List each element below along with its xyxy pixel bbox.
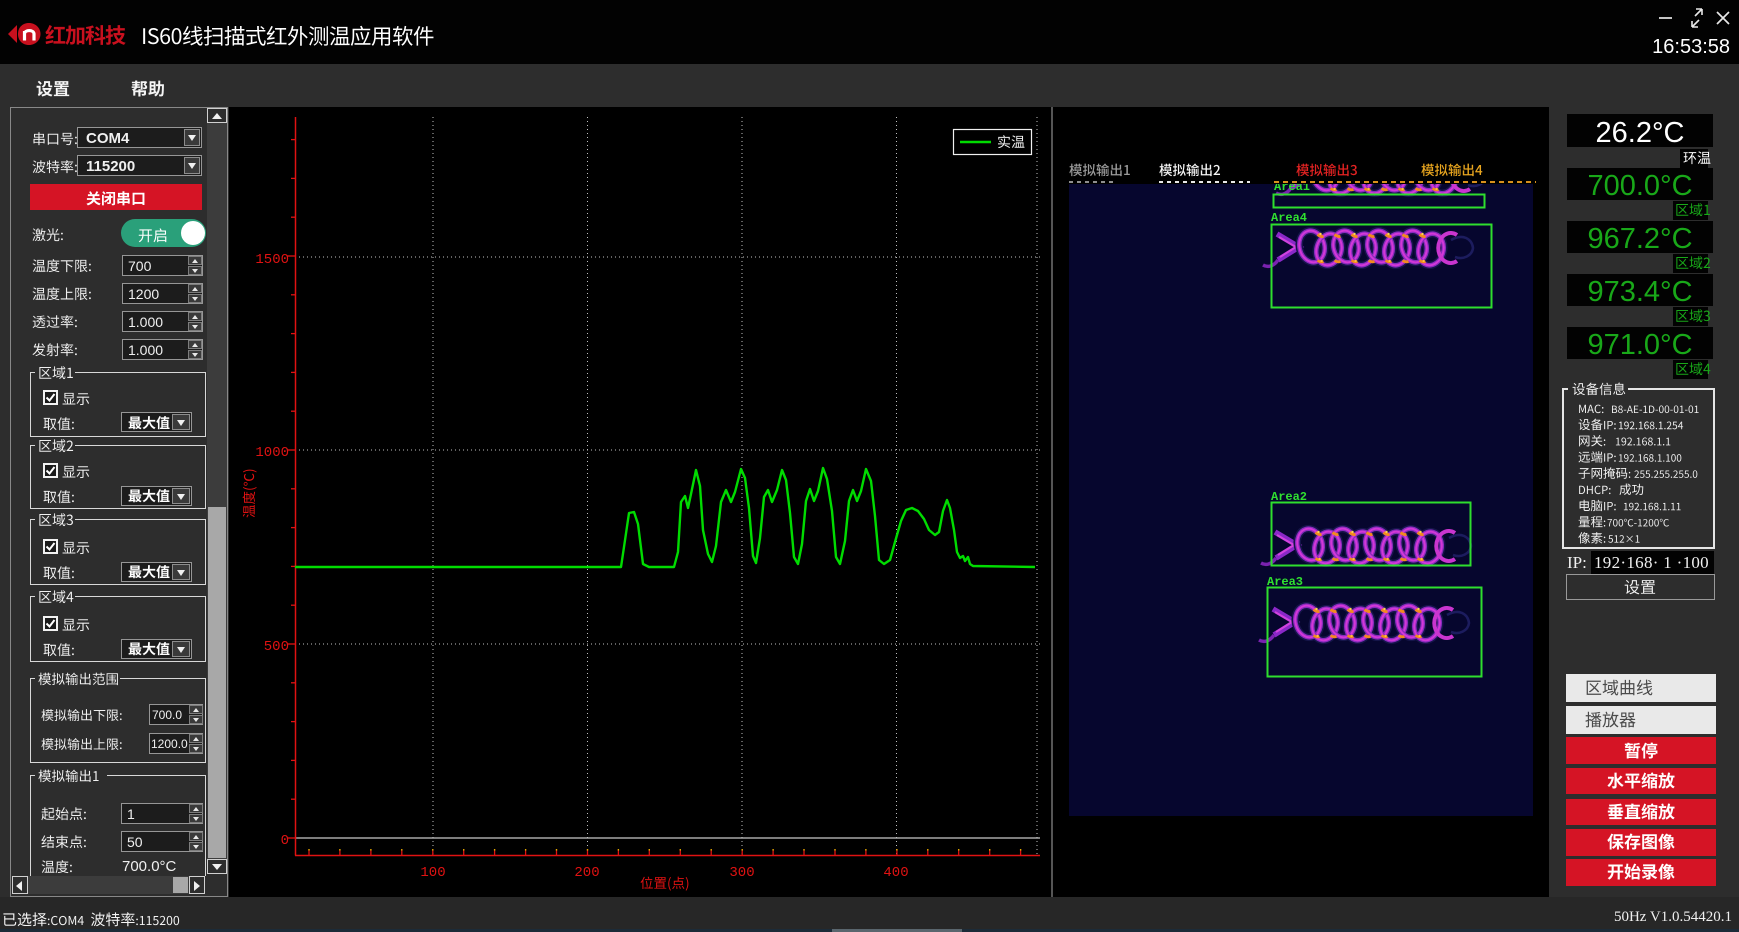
svg-text:200: 200 xyxy=(574,865,599,881)
svg-text:1000: 1000 xyxy=(255,445,289,461)
svg-text:300: 300 xyxy=(729,865,754,881)
svg-text:100: 100 xyxy=(420,865,445,881)
svg-text:Area2: Area2 xyxy=(1271,490,1307,504)
svg-text:Area3: Area3 xyxy=(1267,575,1303,589)
svg-text:Area1: Area1 xyxy=(1274,184,1310,194)
svg-text:0: 0 xyxy=(281,833,289,849)
svg-text:Area4: Area4 xyxy=(1271,211,1307,225)
svg-text:400: 400 xyxy=(883,865,908,881)
svg-text:1500: 1500 xyxy=(255,252,289,268)
svg-text:500: 500 xyxy=(264,639,289,655)
